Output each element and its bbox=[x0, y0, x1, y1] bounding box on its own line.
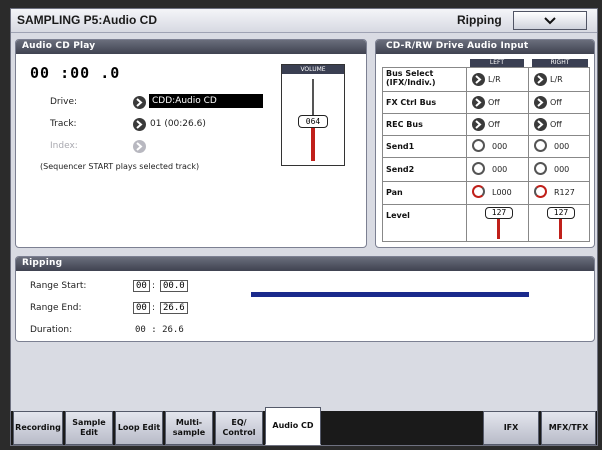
audio-cd-play-header: Audio CD Play bbox=[16, 40, 366, 54]
bus-select-left-icon[interactable] bbox=[472, 73, 485, 86]
range-bar bbox=[251, 292, 529, 297]
index-label: Index: bbox=[50, 141, 78, 151]
level-right-value: 127 bbox=[547, 207, 575, 219]
fx-ctrl-left-icon[interactable] bbox=[472, 96, 485, 109]
duration-value: 00 : 26.6 bbox=[135, 325, 184, 335]
tab-ifx[interactable]: IFX bbox=[483, 411, 539, 445]
volume-slider[interactable]: VOLUME 064 bbox=[281, 64, 345, 166]
grid-divider bbox=[466, 67, 467, 242]
tab-multi-sample[interactable]: Multi-sample bbox=[165, 411, 213, 445]
range-start-label: Range Start: bbox=[30, 281, 87, 291]
row-line bbox=[382, 204, 590, 205]
tab-recording[interactable]: Recording bbox=[13, 411, 63, 445]
send2-right-knob[interactable] bbox=[534, 162, 547, 175]
level-right-slider[interactable]: 127 bbox=[546, 207, 576, 241]
pan-left-value: L000 bbox=[492, 188, 512, 197]
bus-select-label: Bus Select (IFX/Indiv.) bbox=[386, 69, 436, 87]
volume-track-upper bbox=[312, 79, 314, 117]
track-popup-icon[interactable] bbox=[133, 118, 146, 131]
send2-left-knob[interactable] bbox=[472, 162, 485, 175]
grid-divider bbox=[528, 67, 529, 242]
input-table: LEFT RIGHT Bus Select (IFX/Indiv.) L/R L… bbox=[382, 59, 590, 242]
range-end-sep: : bbox=[152, 303, 156, 313]
ripping-header: Ripping bbox=[16, 257, 594, 271]
fx-ctrl-right-icon[interactable] bbox=[534, 96, 547, 109]
fx-ctrl-bus-label: FX Ctrl Bus bbox=[386, 98, 437, 107]
fx-ctrl-left-value[interactable]: Off bbox=[488, 98, 500, 107]
send2-left-value: 000 bbox=[492, 165, 508, 174]
bus-select-left-value[interactable]: L/R bbox=[488, 75, 501, 84]
bus-select-right-value[interactable]: L/R bbox=[550, 75, 563, 84]
range-start-min[interactable]: 00 bbox=[133, 280, 150, 292]
audio-cd-play-panel: Audio CD Play 00 :00 .0 Drive: CDD:Audio… bbox=[15, 39, 367, 248]
rec-bus-right-value[interactable]: Off bbox=[550, 120, 562, 129]
drive-label: Drive: bbox=[50, 97, 78, 107]
title-bar: SAMPLING P5:Audio CD Ripping bbox=[11, 9, 597, 33]
level-left-slider[interactable]: 127 bbox=[484, 207, 514, 241]
rec-bus-left-value[interactable]: Off bbox=[488, 120, 500, 129]
range-end-sec[interactable]: 26.6 bbox=[160, 302, 188, 314]
chevron-down-icon bbox=[544, 17, 556, 25]
rec-bus-right-icon[interactable] bbox=[534, 118, 547, 131]
tab-audio-cd[interactable]: Audio CD bbox=[265, 407, 321, 445]
drive-audio-input-panel: CD-R/RW Drive Audio Input LEFT RIGHT Bus… bbox=[375, 39, 595, 248]
drive-value[interactable]: CDD:Audio CD bbox=[149, 94, 263, 108]
sequencer-note: (Sequencer START plays selected track) bbox=[40, 162, 200, 171]
send2-label: Send2 bbox=[386, 165, 415, 174]
track-value[interactable]: 01 (00:26.6) bbox=[150, 119, 206, 129]
current-page-label: Ripping bbox=[457, 13, 502, 27]
range-end-min[interactable]: 00 bbox=[133, 302, 150, 314]
tab-mfx-tfx[interactable]: MFX/TFX bbox=[541, 411, 596, 445]
pan-right-value: R127 bbox=[554, 188, 575, 197]
fx-ctrl-right-value[interactable]: Off bbox=[550, 98, 562, 107]
tab-eq-control[interactable]: EQ/ Control bbox=[215, 411, 263, 445]
row-line bbox=[382, 91, 590, 92]
page-menu-button[interactable] bbox=[513, 11, 587, 30]
screen: SAMPLING P5:Audio CD Ripping Audio CD Pl… bbox=[10, 8, 598, 446]
bus-select-right-icon[interactable] bbox=[534, 73, 547, 86]
send1-left-value: 000 bbox=[492, 142, 508, 151]
drive-audio-input-header: CD-R/RW Drive Audio Input bbox=[376, 40, 594, 54]
volume-label: VOLUME bbox=[282, 65, 344, 74]
drive-popup-icon[interactable] bbox=[133, 96, 146, 109]
volume-value-box: 064 bbox=[298, 115, 328, 128]
track-label: Track: bbox=[50, 119, 77, 129]
range-start-sec[interactable]: 00.0 bbox=[160, 280, 188, 292]
pan-label: Pan bbox=[386, 188, 403, 197]
level-left-value: 127 bbox=[485, 207, 513, 219]
range-end-label: Range End: bbox=[30, 303, 82, 313]
index-popup-icon bbox=[133, 140, 146, 153]
send2-right-value: 000 bbox=[554, 165, 570, 174]
row-line bbox=[382, 113, 590, 114]
tab-sample-edit[interactable]: Sample Edit bbox=[65, 411, 113, 445]
rec-bus-label: REC Bus bbox=[386, 120, 423, 129]
rec-bus-left-icon[interactable] bbox=[472, 118, 485, 131]
tab-loop-edit[interactable]: Loop Edit bbox=[115, 411, 163, 445]
play-time-display: 00 :00 .0 bbox=[30, 64, 121, 82]
pan-right-knob[interactable] bbox=[534, 185, 547, 198]
row-line bbox=[382, 181, 590, 182]
column-right-header: RIGHT bbox=[532, 59, 588, 67]
send1-label: Send1 bbox=[386, 142, 415, 151]
column-left-header: LEFT bbox=[470, 59, 524, 67]
range-start-sep: : bbox=[152, 281, 156, 291]
level-label: Level bbox=[386, 211, 410, 220]
ripping-panel: Ripping Range Start: 00 : 00.0 Range End… bbox=[15, 256, 595, 342]
send1-right-value: 000 bbox=[554, 142, 570, 151]
row-line bbox=[382, 157, 590, 158]
send1-left-knob[interactable] bbox=[472, 139, 485, 152]
volume-track-lower bbox=[311, 125, 315, 161]
row-line bbox=[382, 135, 590, 136]
page-title: SAMPLING P5:Audio CD bbox=[17, 13, 157, 27]
duration-label: Duration: bbox=[30, 325, 73, 335]
pan-left-knob[interactable] bbox=[472, 185, 485, 198]
send1-right-knob[interactable] bbox=[534, 139, 547, 152]
